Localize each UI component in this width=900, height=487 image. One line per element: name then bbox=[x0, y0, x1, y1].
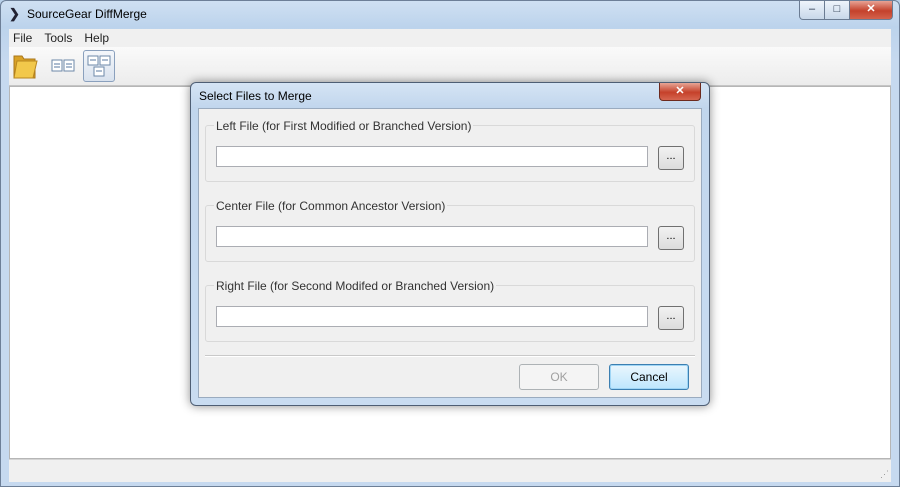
three-panes-icon bbox=[87, 55, 111, 77]
close-button[interactable]: ✕ bbox=[850, 1, 893, 20]
maximize-button[interactable]: □ bbox=[825, 1, 850, 20]
folder-icon bbox=[13, 55, 38, 79]
caption-buttons: ‒ □ ✕ bbox=[799, 1, 893, 20]
resize-grip-icon[interactable]: ⋰ bbox=[880, 469, 889, 480]
toolbar bbox=[9, 47, 891, 86]
diff-two-files-button[interactable] bbox=[47, 50, 79, 82]
ok-button[interactable]: OK bbox=[519, 364, 599, 390]
select-files-dialog: Select Files to Merge ✕ Left File (for F… bbox=[190, 82, 710, 406]
right-file-input[interactable] bbox=[216, 306, 648, 327]
left-file-input[interactable] bbox=[216, 146, 648, 167]
open-folder-button[interactable] bbox=[9, 50, 41, 82]
two-panes-icon bbox=[51, 59, 75, 72]
title-bar[interactable]: ❯ SourceGear DiffMerge ‒ □ ✕ bbox=[1, 1, 899, 29]
left-file-group: Left File (for First Modified or Branche… bbox=[205, 119, 695, 182]
dialog-title: Select Files to Merge bbox=[199, 89, 312, 103]
menu-bar: File Tools Help bbox=[9, 29, 891, 47]
dialog-separator bbox=[205, 355, 695, 357]
right-file-browse-button[interactable]: ... bbox=[658, 306, 684, 330]
right-file-label: Right File (for Second Modifed or Branch… bbox=[214, 279, 497, 293]
left-file-browse-button[interactable]: ... bbox=[658, 146, 684, 170]
cancel-button[interactable]: Cancel bbox=[609, 364, 689, 390]
center-file-label: Center File (for Common Ancestor Version… bbox=[214, 199, 448, 213]
app-chevron-icon: ❯ bbox=[9, 6, 20, 21]
merge-three-files-button[interactable] bbox=[83, 50, 115, 82]
minimize-button[interactable]: ‒ bbox=[799, 1, 825, 20]
center-file-input[interactable] bbox=[216, 226, 648, 247]
menu-tools[interactable]: Tools bbox=[44, 31, 72, 45]
dialog-close-button[interactable]: ✕ bbox=[659, 83, 701, 101]
dialog-body: Left File (for First Modified or Branche… bbox=[198, 108, 702, 398]
window-title: SourceGear DiffMerge bbox=[27, 7, 147, 21]
right-file-group: Right File (for Second Modifed or Branch… bbox=[205, 279, 695, 342]
status-bar: ⋰ bbox=[9, 459, 891, 482]
center-file-group: Center File (for Common Ancestor Version… bbox=[205, 199, 695, 262]
center-file-browse-button[interactable]: ... bbox=[658, 226, 684, 250]
menu-file[interactable]: File bbox=[13, 31, 32, 45]
left-file-label: Left File (for First Modified or Branche… bbox=[214, 119, 474, 133]
menu-help[interactable]: Help bbox=[84, 31, 109, 45]
